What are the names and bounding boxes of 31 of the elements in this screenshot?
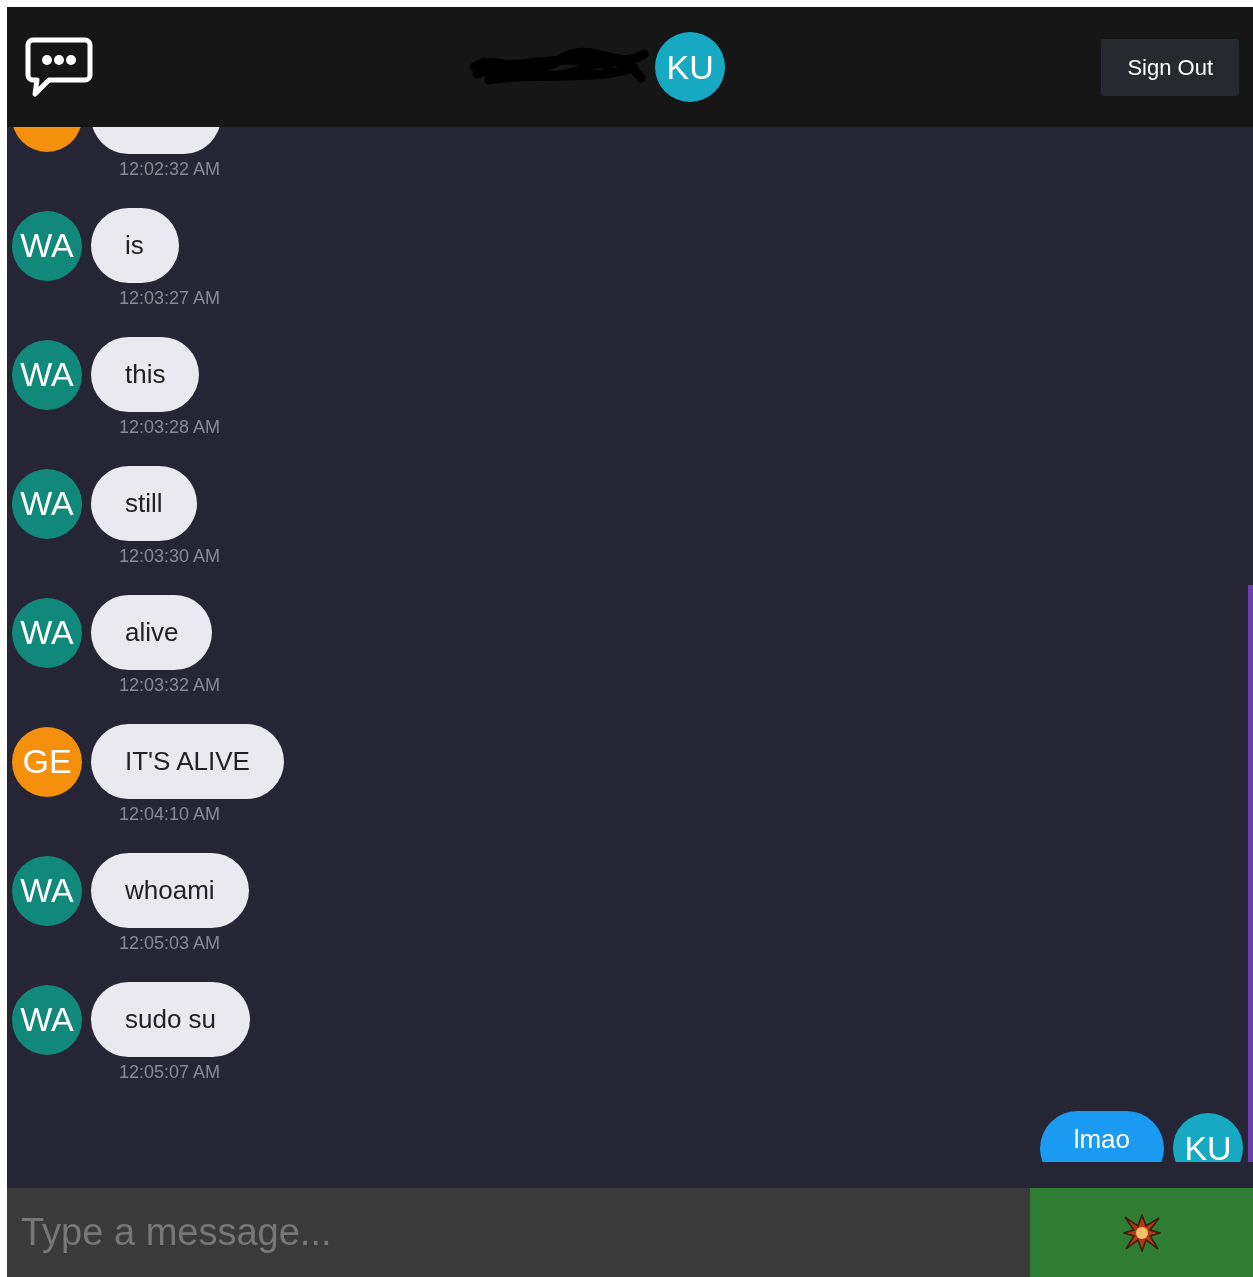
message-bubble: alive (91, 595, 213, 670)
message-time: 12:03:30 AM (119, 545, 222, 568)
sign-out-button[interactable]: Sign Out (1101, 38, 1239, 96)
user-avatar: WA (12, 984, 82, 1055)
message-time: 12:02:32 AM (119, 158, 222, 181)
message-bubble: sudo su (91, 982, 251, 1057)
user-avatar: KU (655, 32, 726, 102)
message-input[interactable]: Type a message... (7, 1188, 1030, 1277)
user-avatar: WA (12, 597, 82, 668)
message-time: 12:03:32 AM (119, 674, 222, 697)
user-avatar: WA (12, 468, 82, 539)
user-avatar: WA (12, 855, 82, 926)
send-button[interactable] (1030, 1188, 1253, 1277)
explosion-icon (1122, 1213, 1161, 1252)
message-bubble: whoami (91, 853, 249, 928)
user-avatar: WA (12, 210, 82, 281)
message-bubble: this (91, 337, 200, 412)
user-avatar: WA (12, 339, 82, 410)
message-time: 12:05:07 AM (119, 1061, 222, 1084)
message-bubble: still (91, 466, 197, 541)
chat-icon (25, 37, 93, 97)
message-bubble: is (91, 208, 179, 283)
message-time: 12:05:03 AM (119, 932, 222, 955)
user-avatar: GE (12, 726, 82, 797)
message-time: 12:03:28 AM (119, 416, 222, 439)
message-time: 12:04:10 AM (119, 803, 222, 826)
scrollbar-thumb[interactable] (1248, 585, 1253, 1162)
message-bubble: IT'S ALIVE (91, 724, 284, 799)
message-bubble: lmao (1039, 1111, 1164, 1162)
message-time: 12:03:27 AM (119, 287, 222, 310)
user-avatar: KU (1173, 1113, 1243, 1162)
